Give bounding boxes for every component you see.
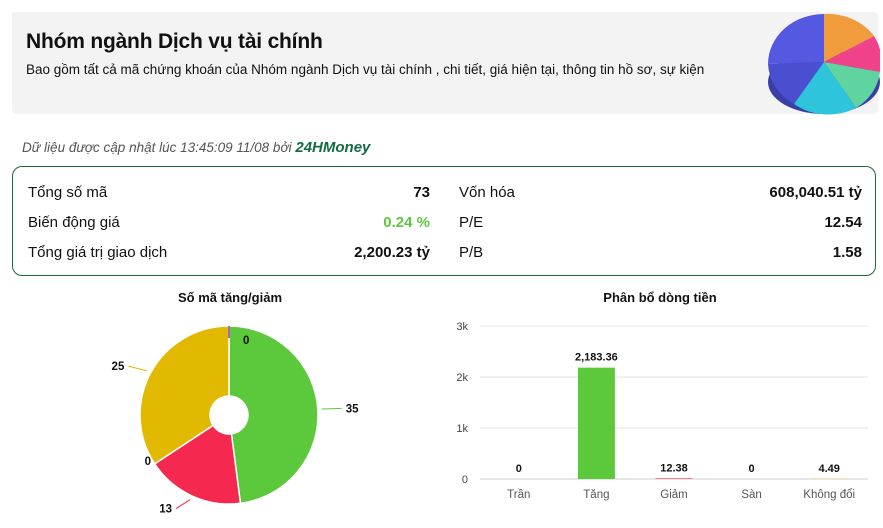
trading-value-label: Tổng giá trị giao dịch — [28, 244, 168, 261]
x-tick-label: Không đổi — [803, 489, 855, 501]
price-change-value: 0.24 % — [383, 214, 430, 231]
trading-value-value: 2,200.23 tỷ — [354, 244, 430, 261]
x-tick-label: Trần — [507, 489, 530, 501]
page-subtitle: Bao gồm tất cả mã chứng khoán của Nhóm n… — [26, 62, 705, 77]
y-tick-label: 2k — [456, 372, 468, 384]
pie-slice-không-đổi-label: 25 — [112, 361, 125, 373]
x-tick-label: Giảm — [660, 489, 687, 501]
market-cap-value: 608,040.51 tỷ — [769, 184, 862, 201]
pie-illustration-icon — [768, 13, 880, 115]
pie-slice-sàn-label: 0 — [145, 456, 151, 468]
pie-slice-giảm-leader — [175, 499, 191, 510]
bar-chart: 0 1k 2k 3k 0 Trần 2,183.36 Tăng 12.38 Giảm 0 Sàn 4.4… — [456, 321, 868, 501]
total-codes-value: 73 — [413, 184, 430, 201]
page-title: Nhóm ngành Dịch vụ tài chính — [26, 30, 323, 53]
bar-value-label: 2,183.36 — [575, 352, 618, 364]
pie-slice-trần-label: 0 — [243, 335, 249, 347]
page-header: Nhóm ngành Dịch vụ tài chính Bao gồm tất… — [12, 12, 878, 114]
y-tick-label: 0 — [462, 474, 468, 486]
bar-giảm[interactable] — [655, 478, 693, 479]
summary-box: Tổng số mã 73 Biến động giá 0.24 % Tổng … — [12, 166, 876, 276]
x-tick-label: Tăng — [583, 489, 609, 501]
pie-slice-không-đổi-leader — [128, 365, 148, 372]
x-tick-label: Sàn — [741, 489, 761, 501]
bar-value-label: 4.49 — [818, 463, 839, 475]
brand-link[interactable]: 24HMoney — [295, 139, 370, 156]
update-text: Dữ liệu được cập nhật lúc 13:45:09 11/08… — [22, 140, 292, 155]
pie-slice-tăng[interactable] — [228, 325, 319, 505]
price-change-label: Biến động giá — [28, 214, 120, 231]
pb-label: P/B — [459, 244, 484, 261]
pe-value: 12.54 — [824, 214, 862, 231]
pie-slice-giảm-label: 13 — [159, 504, 172, 516]
bar-value-label: 12.38 — [660, 462, 688, 474]
y-tick-label: 3k — [456, 321, 468, 333]
pb-value: 1.58 — [832, 244, 862, 261]
pie-chart: 35 13 0 25 0 — [112, 325, 359, 516]
y-tick-label: 1k — [456, 423, 468, 435]
bar-value-label: 0 — [516, 463, 522, 475]
market-cap-label: Vốn hóa — [459, 184, 515, 201]
pie-slice-tăng-label: 35 — [346, 403, 359, 415]
bar-value-label: 0 — [749, 463, 755, 475]
update-info: Dữ liệu được cập nhật lúc 13:45:09 11/08… — [22, 139, 370, 156]
bar-tăng[interactable] — [577, 367, 615, 479]
pie-slice-tăng-leader — [321, 407, 342, 410]
pe-label: P/E — [459, 214, 484, 231]
total-codes-label: Tổng số mã — [28, 184, 108, 201]
